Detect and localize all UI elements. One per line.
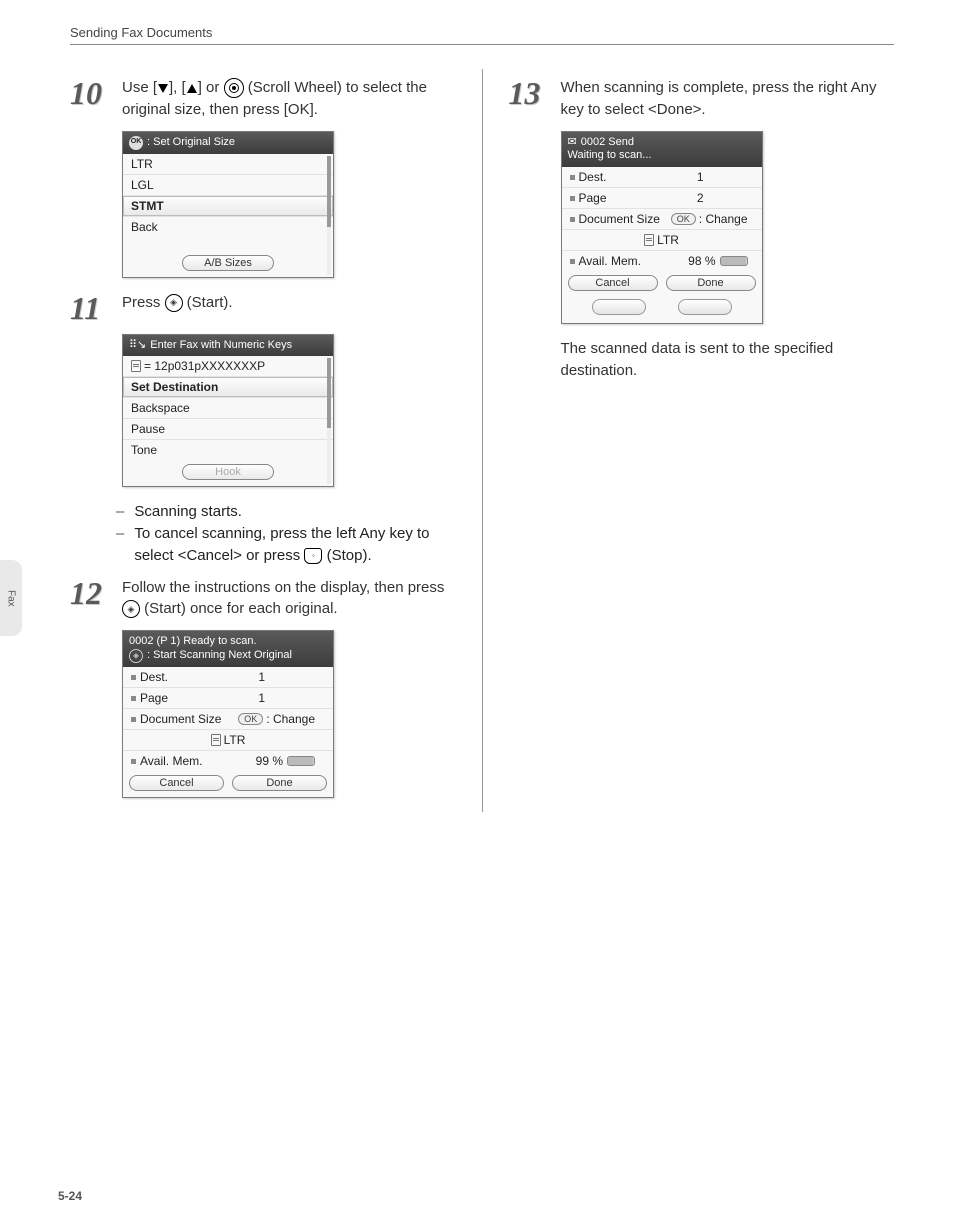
- column-divider: [482, 69, 483, 812]
- softkey-cancel[interactable]: Cancel: [568, 275, 658, 291]
- start-icon: ◈: [165, 294, 183, 312]
- softkey-ab-sizes[interactable]: A/B Sizes: [182, 255, 274, 271]
- list-item[interactable]: Back: [123, 216, 333, 237]
- step-text: Press ◈ (Start).: [122, 292, 456, 314]
- left-any-key[interactable]: [592, 299, 646, 315]
- list-item[interactable]: LGL: [123, 174, 333, 195]
- step-number: 12: [70, 577, 122, 609]
- step-number: 13: [509, 77, 561, 109]
- list-item[interactable]: Backspace: [123, 397, 333, 418]
- lcd-title: Enter Fax with Numeric Keys: [150, 339, 292, 353]
- softkey-cancel[interactable]: Cancel: [129, 775, 224, 791]
- step-11: 11 Press ◈ (Start).: [70, 292, 456, 324]
- text-frag: Use [: [122, 79, 157, 96]
- text-frag: Follow the instructions on the display, …: [122, 579, 444, 596]
- text-frag: (Start).: [183, 294, 233, 311]
- step-11-notes: Scanning starts. To cancel scanning, pre…: [116, 501, 456, 566]
- scroll-wheel-icon: [224, 78, 244, 98]
- left-column: 10 Use [], [] or (Scroll Wheel) to selec…: [70, 69, 456, 812]
- status-row-ltr: LTR: [123, 729, 333, 750]
- status-row-ltr: LTR: [562, 229, 762, 250]
- step-text: Use [], [] or (Scroll Wheel) to select t…: [122, 77, 456, 121]
- page-icon: [211, 734, 221, 746]
- memory-meter-icon: [287, 756, 315, 766]
- list-item[interactable]: Tone: [123, 439, 333, 460]
- lcd-title: : Set Original Size: [147, 136, 235, 150]
- side-tab-label: Fax: [6, 590, 17, 607]
- ok-icon: OK: [129, 136, 143, 150]
- note-b: To cancel scanning, press the left Any k…: [116, 523, 456, 567]
- step-13: 13 When scanning is complete, press the …: [509, 77, 895, 121]
- step-10: 10 Use [], [] or (Scroll Wheel) to selec…: [70, 77, 456, 121]
- step-number: 10: [70, 77, 122, 109]
- stop-icon: ◦: [304, 548, 322, 564]
- up-arrow-icon: [187, 84, 197, 93]
- note-a: Scanning starts.: [116, 501, 456, 523]
- step-12: 12 Follow the instructions on the displa…: [70, 577, 456, 621]
- lcd-title-bar: 0002 (P 1) Ready to scan. ◈ : Start Scan…: [123, 631, 333, 667]
- start-icon: ◈: [129, 649, 143, 663]
- status-row-dest: Dest.1: [123, 667, 333, 687]
- status-row-mem: Avail. Mem.98 %: [562, 250, 762, 271]
- status-row-page: Page1: [123, 687, 333, 708]
- lcd-title-line1: 0002 (P 1) Ready to scan.: [129, 635, 327, 649]
- list-item[interactable]: Pause: [123, 418, 333, 439]
- page-icon: [644, 234, 654, 246]
- memory-meter-icon: [720, 256, 748, 266]
- text-frag: ] or: [198, 79, 224, 96]
- list-item-selected[interactable]: STMT: [123, 195, 333, 216]
- lcd-title-bar: ✉ 0002 Send Waiting to scan...: [562, 132, 762, 168]
- lcd-enter-fax: ⠿↘ Enter Fax with Numeric Keys = 12p031p…: [122, 334, 334, 488]
- scrollbar[interactable]: [327, 156, 331, 275]
- step-13-follow: The scanned data is sent to the specifie…: [561, 338, 895, 382]
- status-row-docsize: Document SizeOK: Change: [562, 208, 762, 229]
- softkey-done[interactable]: Done: [666, 275, 756, 291]
- down-arrow-icon: [158, 84, 168, 93]
- status-row-mem: Avail. Mem.99 %: [123, 750, 333, 771]
- lcd-title-line2: : Start Scanning Next Original: [147, 649, 292, 663]
- step-text: When scanning is complete, press the rig…: [561, 77, 895, 121]
- ok-icon: OK: [238, 713, 263, 725]
- lcd-title-line2: Waiting to scan...: [568, 149, 756, 163]
- ok-icon: OK: [671, 213, 696, 225]
- softkey-hook[interactable]: Hook: [182, 464, 274, 480]
- step-number: 11: [70, 292, 122, 324]
- scrollbar[interactable]: [327, 358, 331, 484]
- lcd-send-waiting: ✉ 0002 Send Waiting to scan... Dest.1 Pa…: [561, 131, 763, 325]
- lcd-title-bar: OK : Set Original Size: [123, 132, 333, 154]
- page-header: Sending Fax Documents: [70, 25, 894, 45]
- send-icon: ✉: [568, 136, 577, 150]
- right-any-key[interactable]: [678, 299, 732, 315]
- text-frag: (Start) once for each original.: [140, 600, 338, 617]
- keypad-icon: ⠿↘: [129, 339, 146, 353]
- lcd-ready-to-scan: 0002 (P 1) Ready to scan. ◈ : Start Scan…: [122, 630, 334, 798]
- text-frag: (Stop).: [322, 547, 371, 564]
- list-item-selected[interactable]: Set Destination: [123, 376, 333, 397]
- fax-doc-icon: [131, 360, 141, 372]
- status-row-dest: Dest.1: [562, 167, 762, 187]
- physical-buttons-row: [562, 297, 762, 323]
- start-icon: ◈: [122, 600, 140, 618]
- list-item[interactable]: LTR: [123, 154, 333, 174]
- lcd-set-original-size: OK : Set Original Size LTR LGL STMT Back…: [122, 131, 334, 278]
- softkey-done[interactable]: Done: [232, 775, 327, 791]
- text-frag: To cancel scanning, press the left Any k…: [134, 525, 429, 564]
- status-row-docsize: Document SizeOK: Change: [123, 708, 333, 729]
- text-frag: ], [: [169, 79, 186, 96]
- status-row-page: Page2: [562, 187, 762, 208]
- lcd-title-line1: 0002 Send: [581, 136, 634, 150]
- lcd-title-bar: ⠿↘ Enter Fax with Numeric Keys: [123, 335, 333, 357]
- page-number: 5-24: [58, 1189, 82, 1203]
- text-frag: Press: [122, 294, 165, 311]
- side-tab: Fax: [0, 560, 22, 636]
- right-column: 13 When scanning is complete, press the …: [509, 69, 895, 812]
- fax-number-value: = 12p031pXXXXXXXP: [123, 356, 333, 376]
- step-text: Follow the instructions on the display, …: [122, 577, 456, 621]
